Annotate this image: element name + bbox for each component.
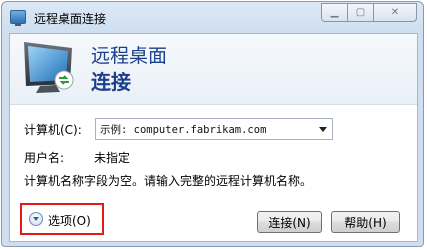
expand-circle-icon[interactable] (29, 212, 43, 226)
chevron-down-icon[interactable] (319, 127, 327, 132)
computer-input-placeholder[interactable]: 示例: computer.fabrikam.com (100, 122, 266, 137)
help-button[interactable]: 帮助(H) (331, 211, 400, 233)
options-toggle[interactable]: 选项(O) (20, 203, 104, 235)
dialog-body: 远程桌面 连接 计算机(C): 示例: computer.fabrikam.co… (9, 33, 418, 242)
banner-subtitle: 连接 (91, 70, 131, 94)
window-controls: ▁ ▢ ✕ (321, 3, 417, 22)
monitor-connection-icon (24, 42, 74, 93)
header-banner: 远程桌面 连接 (10, 34, 417, 105)
computer-combobox[interactable]: 示例: computer.fabrikam.com (95, 118, 333, 140)
status-message: 计算机名称字段为空。请输入完整的远程计算机名称。 (24, 174, 313, 188)
connect-button[interactable]: 连接(N) (257, 211, 322, 233)
computer-label: 计算机(C): (24, 123, 82, 137)
window-title: 远程桌面连接 (34, 12, 107, 26)
minimize-button[interactable]: ▁ (321, 3, 348, 22)
close-button[interactable]: ✕ (373, 3, 417, 22)
banner-title: 远程桌面 (91, 45, 168, 67)
remote-desktop-icon (10, 10, 26, 26)
maximize-button[interactable]: ▢ (347, 3, 374, 22)
username-label: 用户名: (24, 151, 65, 165)
options-label[interactable]: 选项(O) (48, 212, 91, 229)
remote-desktop-window: 远程桌面连接 ▁ ▢ ✕ 远程桌面 连接 计算机(C): 示例: compute… (1, 1, 424, 247)
title-bar[interactable]: 远程桌面连接 ▁ ▢ ✕ (2, 2, 423, 34)
username-value: 未指定 (94, 151, 131, 165)
